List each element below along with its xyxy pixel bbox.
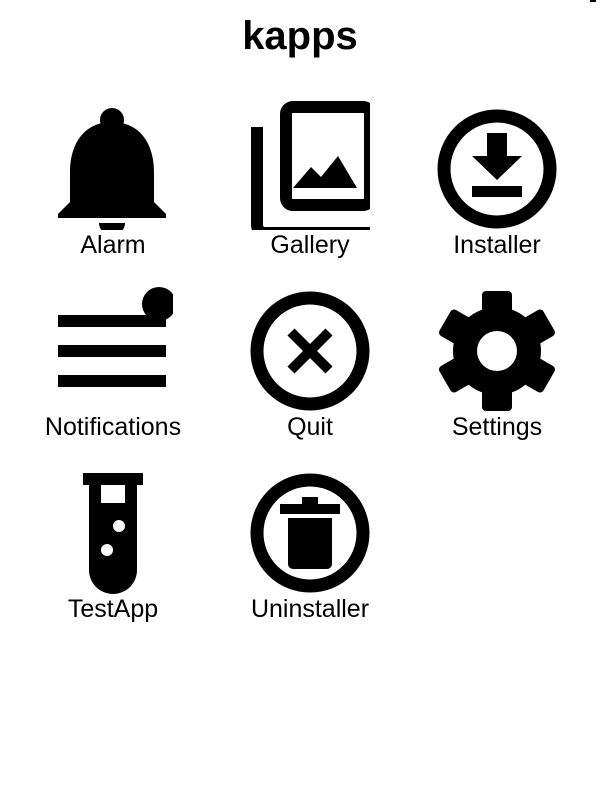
corner-mark: [590, 0, 596, 2]
app-label-quit: Quit: [287, 413, 333, 441]
notifications-icon: [53, 282, 173, 412]
gallery-icon: [250, 100, 370, 230]
app-label-notifications: Notifications: [44, 413, 182, 441]
app-label-alarm: Alarm: [80, 231, 146, 259]
app-label-testapp: TestApp: [67, 595, 159, 623]
app-tile-uninstaller[interactable]: Uninstaller: [215, 464, 405, 634]
app-label-installer: Installer: [453, 231, 541, 259]
app-tile-installer[interactable]: Installer: [402, 100, 592, 270]
app-tile-settings[interactable]: Settings: [402, 282, 592, 452]
app-tile-testapp[interactable]: TestApp: [18, 464, 208, 634]
app-label-gallery: Gallery: [270, 231, 350, 259]
app-tile-notifications[interactable]: Notifications: [18, 282, 208, 452]
bell-icon: [53, 100, 173, 230]
close-circle-icon: [250, 282, 370, 412]
app-tile-alarm[interactable]: Alarm: [18, 100, 208, 270]
trash-icon: [250, 464, 370, 594]
download-icon: [437, 100, 557, 230]
app-tile-quit[interactable]: Quit: [215, 282, 405, 452]
app-tile-gallery[interactable]: Gallery: [215, 100, 405, 270]
app-title: kapps: [242, 14, 358, 58]
app-label-settings: Settings: [451, 413, 543, 441]
gear-icon: [437, 282, 557, 412]
test-tube-icon: [53, 464, 173, 594]
app-label-uninstaller: Uninstaller: [250, 595, 370, 623]
